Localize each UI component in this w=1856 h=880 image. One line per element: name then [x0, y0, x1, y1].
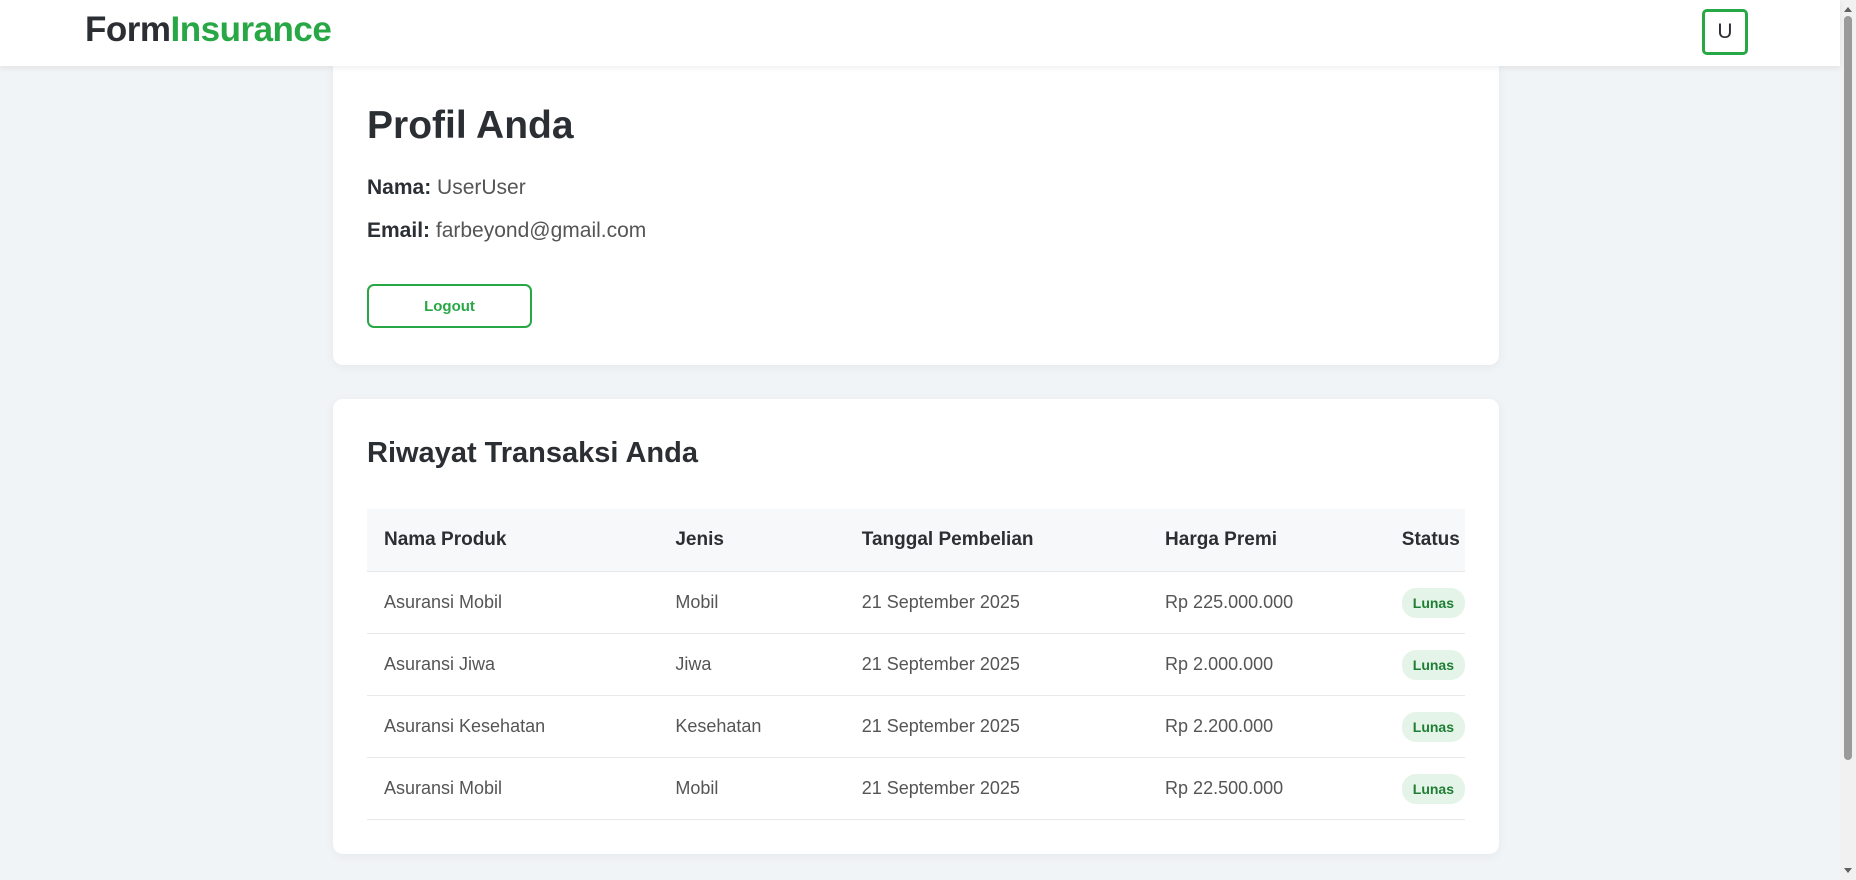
cell-status: Lunas [1384, 633, 1465, 696]
status-badge: Lunas [1401, 773, 1465, 804]
cell-type: Jiwa [658, 633, 845, 696]
cell-date: 21 September 2025 [844, 571, 1149, 634]
transaction-history-card: Riwayat Transaksi Anda Nama Produk Jenis… [333, 399, 1499, 854]
cell-date: 21 September 2025 [844, 633, 1149, 696]
table-row: Asuransi Kesehatan Kesehatan 21 Septembe… [367, 695, 1465, 758]
brand-name-part1: Form [85, 10, 171, 49]
brand-name-part2: Insurance [170, 10, 332, 49]
cell-status: Lunas [1384, 695, 1465, 758]
table-header-row: Nama Produk Jenis Tanggal Pembelian Harg… [367, 509, 1465, 572]
status-badge: Lunas [1401, 711, 1465, 742]
cell-product: Asuransi Jiwa [367, 633, 659, 696]
cell-premium: Rp 22.500.000 [1148, 757, 1385, 820]
cell-type: Kesehatan [658, 695, 845, 758]
column-header-product: Nama Produk [367, 509, 659, 572]
name-value: UserUser [437, 176, 526, 199]
cell-type: Mobil [658, 757, 845, 820]
name-label: Nama: [367, 176, 432, 199]
cell-premium: Rp 225.000.000 [1148, 571, 1385, 634]
transaction-table: Nama Produk Jenis Tanggal Pembelian Harg… [367, 509, 1465, 820]
email-label: Email: [367, 219, 431, 242]
page-scrollbar[interactable] [1840, 0, 1856, 880]
user-avatar-button[interactable]: U [1702, 9, 1748, 55]
scrollbar-thumb[interactable] [1844, 16, 1852, 760]
table-row: Asuransi Mobil Mobil 21 September 2025 R… [367, 571, 1465, 634]
column-header-premium: Harga Premi [1148, 509, 1385, 572]
status-badge: Lunas [1401, 649, 1465, 680]
cell-type: Mobil [658, 571, 845, 634]
status-badge: Lunas [1401, 587, 1465, 618]
column-header-status: Status [1384, 509, 1465, 572]
profile-email-row: Email: farbeyond@gmail.com [367, 219, 646, 243]
cell-date: 21 September 2025 [844, 757, 1149, 820]
column-header-date: Tanggal Pembelian [844, 509, 1149, 572]
chevron-up-icon[interactable] [1840, 2, 1856, 16]
cell-product: Asuransi Mobil [367, 757, 659, 820]
profile-card: Profil Anda Nama: UserUser Email: farbey… [333, 62, 1499, 365]
chevron-down-icon[interactable] [1840, 864, 1856, 878]
cell-premium: Rp 2.000.000 [1148, 633, 1385, 696]
cell-status: Lunas [1384, 571, 1465, 634]
navbar: FormInsurance U [0, 0, 1840, 66]
cell-product: Asuransi Kesehatan [367, 695, 659, 758]
cell-premium: Rp 2.200.000 [1148, 695, 1385, 758]
table-row: Asuransi Jiwa Jiwa 21 September 2025 Rp … [367, 633, 1465, 696]
logout-button[interactable]: Logout [367, 284, 532, 328]
table-row: Asuransi Mobil Mobil 21 September 2025 R… [367, 757, 1465, 820]
cell-date: 21 September 2025 [844, 695, 1149, 758]
email-value: farbeyond@gmail.com [435, 219, 647, 242]
brand-logo[interactable]: FormInsurance [85, 10, 332, 50]
profile-title: Profil Anda [367, 104, 574, 147]
cell-product: Asuransi Mobil [367, 571, 659, 634]
history-title: Riwayat Transaksi Anda [367, 437, 698, 469]
cell-status: Lunas [1384, 757, 1465, 820]
profile-name-row: Nama: UserUser [367, 176, 526, 200]
column-header-type: Jenis [658, 509, 845, 572]
